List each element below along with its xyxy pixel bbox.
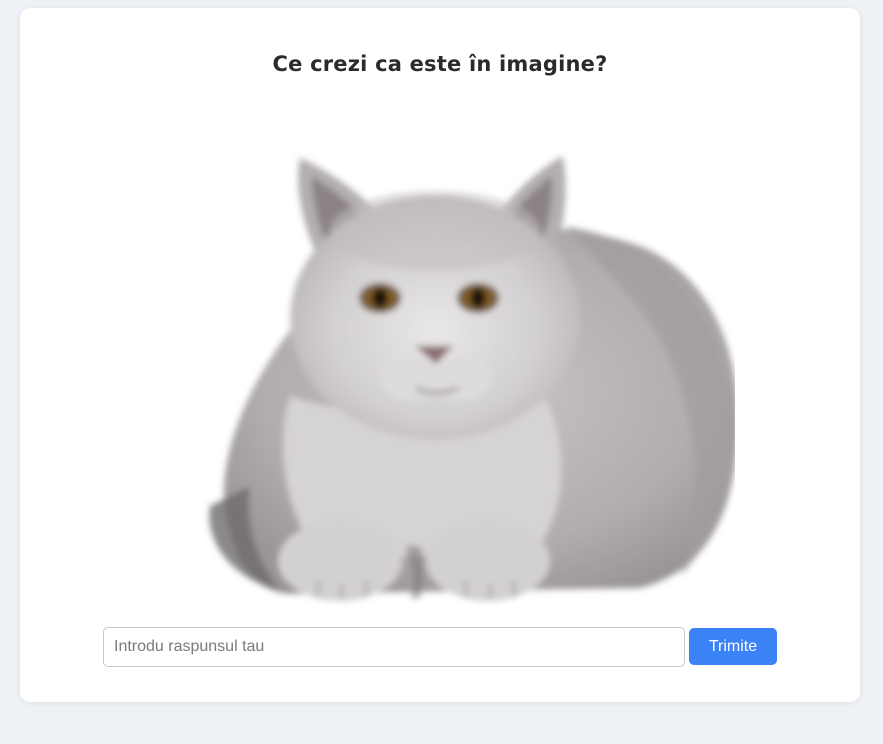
cat-image (209, 156, 735, 601)
answer-input[interactable] (103, 627, 685, 667)
quiz-card: Ce crezi ca este în imagine? Introdu ras… (20, 8, 860, 702)
quiz-image (170, 136, 735, 606)
question-title: Ce crezi ca este în imagine? (272, 52, 608, 76)
submit-button[interactable]: Trimite (689, 628, 777, 665)
